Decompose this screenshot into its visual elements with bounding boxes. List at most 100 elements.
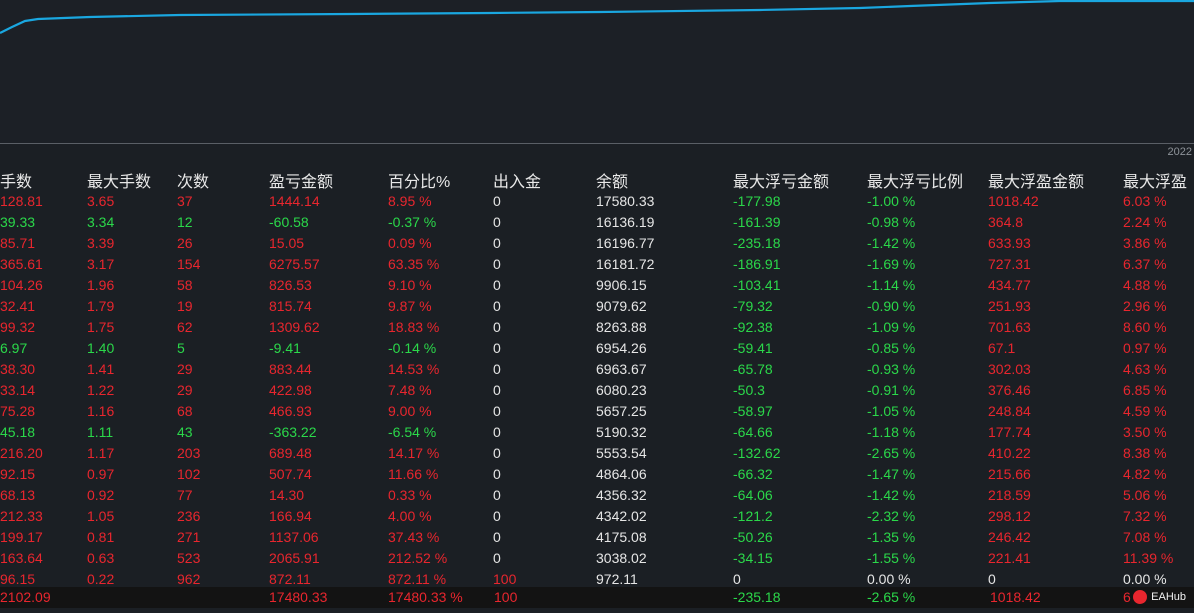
cell-max-float-profit: 0 (988, 571, 996, 587)
cell-max-float-loss-pct: -1.55 % (867, 550, 916, 566)
cell-lots: 75.28 (0, 403, 36, 419)
cell-max-float-loss-pct: -1.42 % (867, 235, 916, 251)
cell-max-float-profit: 248.84 (988, 403, 1031, 419)
cell-balance: 16181.72 (596, 256, 655, 272)
equity-chart (0, 0, 1194, 143)
cell-max-float-profit: 364.8 (988, 214, 1024, 230)
cell-balance: 5657.25 (596, 403, 647, 419)
cell-max-float-loss-pct: -0.85 % (867, 340, 916, 356)
cell-deposit: 0 (493, 256, 501, 272)
cell-profit: -9.41 (269, 340, 301, 356)
cell-max-float-loss: -235.18 (733, 235, 781, 251)
cell-count: 29 (177, 361, 193, 377)
axis-year-label: 2022 (1167, 146, 1192, 158)
cell-count: 271 (177, 529, 201, 545)
cell-deposit: 0 (493, 550, 501, 566)
cell-max-lots: 3.65 (87, 193, 115, 209)
total-lots: 2102.09 (0, 589, 51, 605)
cell-deposit: 0 (493, 424, 501, 440)
cell-max-float-profit-pct: 4.63 % (1123, 361, 1167, 377)
cell-max-lots: 0.92 (87, 487, 115, 503)
cell-max-float-profit: 727.31 (988, 256, 1031, 272)
cell-max-float-profit-pct: 3.86 % (1123, 235, 1167, 251)
cell-max-lots: 1.96 (87, 277, 115, 293)
cell-count: 523 (177, 550, 201, 566)
cell-max-lots: 0.81 (87, 529, 115, 545)
cell-balance: 9079.62 (596, 298, 647, 314)
cell-profit: -60.58 (269, 214, 309, 230)
cell-deposit: 0 (493, 235, 501, 251)
cell-profit: 466.93 (269, 403, 312, 419)
cell-max-lots: 0.97 (87, 466, 115, 482)
cell-count: 68 (177, 403, 193, 419)
cell-max-float-loss: -50.26 (733, 529, 773, 545)
total-percent: 17480.33 % (388, 589, 463, 605)
cell-lots: 85.71 (0, 235, 36, 251)
cell-max-float-loss: -66.32 (733, 466, 773, 482)
cell-lots: 365.61 (0, 256, 43, 272)
cell-profit: 507.74 (269, 466, 312, 482)
cell-percent: 8.95 % (388, 193, 432, 209)
cell-max-float-profit-pct: 7.32 % (1123, 508, 1167, 524)
chart-divider (0, 143, 1194, 144)
cell-balance: 6080.23 (596, 382, 647, 398)
cell-max-lots: 0.22 (87, 571, 115, 587)
cell-max-float-profit-pct: 2.96 % (1123, 298, 1167, 314)
cell-max-float-profit-pct: 0.00 % (1123, 571, 1167, 587)
cell-lots: 96.15 (0, 571, 36, 587)
cell-max-float-loss: -177.98 (733, 193, 781, 209)
cell-max-float-loss-pct: -1.69 % (867, 256, 916, 272)
cell-max-float-profit: 633.93 (988, 235, 1031, 251)
cell-deposit: 100 (493, 571, 517, 587)
header-deposit: 出入金 (493, 174, 542, 191)
cell-max-float-loss: -132.62 (733, 445, 781, 461)
cell-max-float-loss-pct: 0.00 % (867, 571, 911, 587)
cell-percent: 9.10 % (388, 277, 432, 293)
cell-max-float-loss: -58.97 (733, 403, 773, 419)
table-row: 6.97 1.40 5 -9.41 -0.14 % 0 6954.26 -59.41 -0.85… (0, 338, 1194, 359)
cell-max-lots: 3.39 (87, 235, 115, 251)
cell-deposit: 0 (493, 466, 501, 482)
cell-max-float-loss-pct: -1.47 % (867, 466, 916, 482)
cell-lots: 199.17 (0, 529, 43, 545)
cell-max-float-profit: 246.42 (988, 529, 1031, 545)
cell-percent: 9.00 % (388, 403, 432, 419)
cell-max-float-profit-pct: 7.08 % (1123, 529, 1167, 545)
cell-max-lots: 1.40 (87, 340, 115, 356)
table-body: 128.81 3.65 37 1444.14 8.95 % 0 17580.33 -177.9… (0, 191, 1194, 590)
cell-balance: 8263.88 (596, 319, 647, 335)
cell-max-float-profit-pct: 4.59 % (1123, 403, 1167, 419)
cell-percent: 7.48 % (388, 382, 432, 398)
cell-lots: 163.64 (0, 550, 43, 566)
cell-balance: 9906.15 (596, 277, 647, 293)
cell-lots: 38.30 (0, 361, 36, 377)
cell-max-float-profit-pct: 11.39 % (1123, 550, 1174, 566)
cell-percent: 0.09 % (388, 235, 432, 251)
cell-profit: 689.48 (269, 445, 312, 461)
table-header-row: 手数 最大手数 次数 盈亏金额 百分比% 出入金 余额 最大浮亏金额 最大浮亏比例 最大浮盈金额 最… (0, 166, 1194, 191)
cell-balance: 16196.77 (596, 235, 655, 251)
cell-max-float-loss-pct: -1.05 % (867, 403, 916, 419)
cell-max-float-loss-pct: -2.65 % (867, 445, 916, 461)
cell-profit: 826.53 (269, 277, 312, 293)
cell-max-float-loss-pct: -1.18 % (867, 424, 916, 440)
cell-count: 102 (177, 466, 201, 482)
cell-count: 19 (177, 298, 193, 314)
cell-lots: 104.26 (0, 277, 43, 293)
cell-max-float-loss: -186.91 (733, 256, 781, 272)
cell-profit: 6275.57 (269, 256, 320, 272)
table-row: 85.71 3.39 26 15.05 0.09 % 0 16196.77 -235.18 -1… (0, 233, 1194, 254)
header-balance: 余额 (596, 174, 629, 191)
table-row: 199.17 0.81 271 1137.06 37.43 % 0 4175.08 -50.2… (0, 527, 1194, 548)
table-row: 92.15 0.97 102 507.74 11.66 % 0 4864.06 -66.32 -… (0, 464, 1194, 485)
cell-deposit: 0 (493, 340, 501, 356)
cell-profit: 872.11 (269, 571, 311, 587)
cell-percent: -0.14 % (388, 340, 437, 356)
table-row: 32.41 1.79 19 815.74 9.87 % 0 9079.62 -79.32 -0.… (0, 296, 1194, 317)
cell-count: 58 (177, 277, 193, 293)
cell-deposit: 0 (493, 193, 501, 209)
cell-profit: 14.30 (269, 487, 305, 503)
cell-max-float-profit: 302.03 (988, 361, 1031, 377)
equity-curve-line (0, 0, 1194, 34)
cell-max-float-profit: 376.46 (988, 382, 1031, 398)
